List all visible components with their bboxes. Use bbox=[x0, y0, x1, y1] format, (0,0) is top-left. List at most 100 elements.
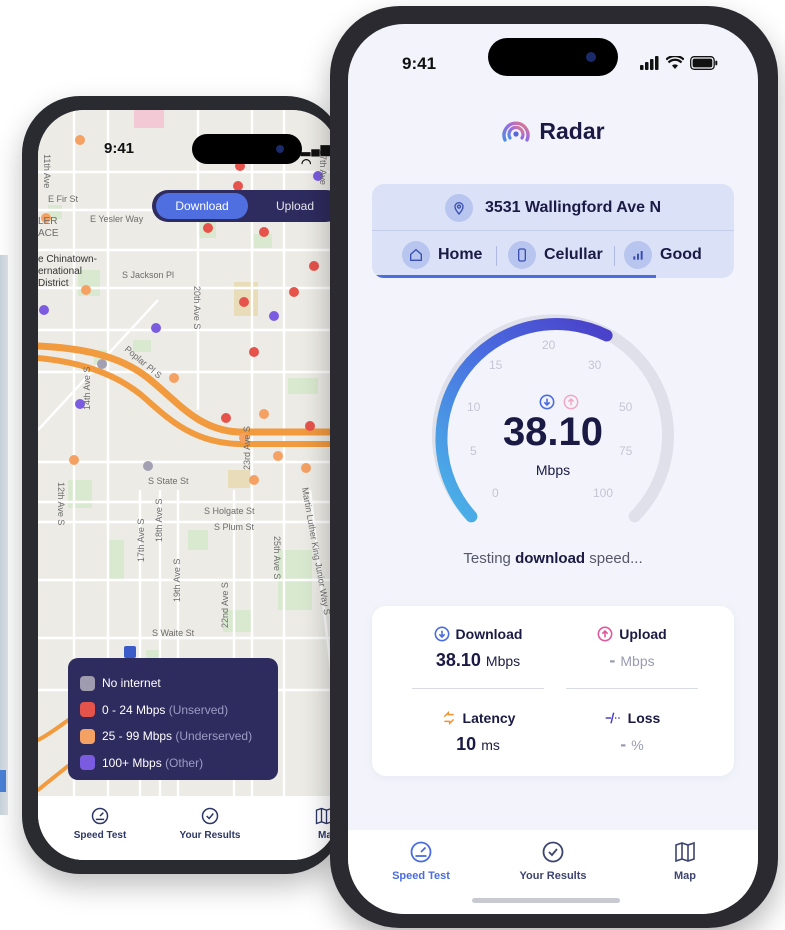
street-s-holgate: S Holgate St bbox=[204, 506, 255, 516]
stat-unit: Mbps bbox=[620, 653, 655, 669]
chip-label: Celullar bbox=[544, 246, 603, 263]
speed-value: 38.10 bbox=[502, 410, 604, 454]
chip-signal[interactable]: Good bbox=[624, 240, 702, 270]
street-e-yesler: E Yesler Way bbox=[90, 214, 144, 224]
street-19th-ave: 19th Ave S bbox=[172, 559, 182, 602]
gauge-tick: 30 bbox=[588, 358, 602, 372]
stat-unit: % bbox=[631, 737, 644, 753]
legend-item-other: 100+ Mbps (Other) bbox=[80, 750, 266, 777]
street-20th-ave: 20th Ave S bbox=[192, 286, 202, 329]
map-phone: 11th Ave E Fir St E Yesler Way 27th Ave … bbox=[22, 96, 344, 874]
status-icons bbox=[640, 54, 718, 72]
upload-toggle-button[interactable]: Upload bbox=[252, 193, 338, 219]
status-time: 9:41 bbox=[104, 140, 135, 157]
results-card: Download 38.10 Mbps Upload - Mbps Latenc… bbox=[372, 606, 734, 776]
legend-swatch bbox=[80, 755, 95, 771]
tab-your-results[interactable]: Your Results bbox=[160, 806, 260, 841]
signal-icon bbox=[640, 56, 659, 70]
stat-value: - bbox=[620, 734, 627, 754]
stat-value: - bbox=[609, 650, 616, 670]
map-legend: No internet 0 - 24 Mbps (Unserved) 25 - … bbox=[68, 658, 278, 780]
download-toggle-button[interactable]: Download bbox=[156, 193, 248, 219]
legend-note: (Unserved) bbox=[168, 702, 229, 717]
district-ler: LER bbox=[38, 216, 57, 227]
map-screen: 11th Ave E Fir St E Yesler Way 27th Ave … bbox=[38, 110, 338, 860]
tab-map[interactable]: Map bbox=[274, 806, 338, 841]
street-s-plum: S Plum St bbox=[214, 522, 255, 532]
legend-label: 0 - 24 Mbps bbox=[102, 702, 166, 717]
dynamic-island bbox=[488, 38, 618, 76]
app-brand: Radar bbox=[348, 116, 758, 146]
stat-unit: ms bbox=[481, 737, 500, 753]
map-icon bbox=[675, 841, 695, 863]
check-circle-icon bbox=[201, 807, 219, 825]
street-e-fir: E Fir St bbox=[48, 194, 79, 204]
signal-bars-icon bbox=[624, 241, 652, 269]
radar-logo-icon bbox=[502, 121, 531, 142]
street-22nd-ave: 22nd Ave S bbox=[220, 582, 230, 628]
stat-download: Download 38.10 Mbps bbox=[408, 626, 548, 671]
upload-arrow-icon bbox=[563, 394, 579, 410]
download-icon bbox=[434, 626, 450, 642]
stat-label: Loss bbox=[627, 710, 661, 726]
gauge-icon bbox=[410, 841, 432, 863]
speed-test-phone: 9:41 Radar 3531 Wallingford Ave N Home C… bbox=[330, 6, 778, 928]
stat-loss: Loss - % bbox=[562, 710, 702, 755]
status-time: 9:41 bbox=[402, 54, 437, 73]
connection-chips: Home Celullar Good bbox=[372, 240, 734, 270]
third-phone-marker bbox=[0, 770, 6, 792]
phone-icon bbox=[508, 241, 536, 269]
tab-your-results[interactable]: Your Results bbox=[488, 840, 618, 882]
divider bbox=[496, 246, 497, 266]
divider bbox=[566, 688, 698, 689]
legend-note: (Other) bbox=[165, 755, 204, 770]
stat-unit: Mbps bbox=[485, 653, 521, 669]
legend-swatch bbox=[80, 675, 95, 691]
tab-label: Your Results bbox=[519, 870, 587, 882]
back-tab-bar: Speed Test Your Results Map bbox=[38, 796, 338, 860]
testing-text: Testing bbox=[463, 550, 516, 567]
loss-icon bbox=[605, 712, 620, 724]
speed-unit: Mbps bbox=[535, 462, 571, 478]
district-chinatown: e Chinatown- bbox=[38, 254, 97, 265]
legend-label: 100+ Mbps bbox=[102, 755, 162, 770]
street-25th-ave: 25th Ave S bbox=[272, 536, 282, 579]
tab-speed-test[interactable]: Speed Test bbox=[356, 840, 486, 882]
chip-home[interactable]: Home bbox=[402, 240, 482, 270]
legend-note: (Underserved) bbox=[175, 729, 253, 744]
district-ace: ACE bbox=[38, 228, 59, 239]
check-circle-icon bbox=[542, 841, 564, 863]
tab-label: Map bbox=[674, 870, 696, 882]
legend-item-no-internet: No internet bbox=[80, 670, 266, 697]
gauge-icon bbox=[91, 807, 109, 825]
stat-latency: Latency 10 ms bbox=[408, 710, 548, 755]
stat-value: 10 bbox=[456, 734, 477, 754]
gauge-tick: 0 bbox=[492, 486, 499, 500]
address-text: 3531 Wallingford Ave N bbox=[484, 199, 662, 216]
location-pin-icon bbox=[444, 194, 473, 222]
street-14th-ave: 14th Ave S bbox=[82, 367, 92, 410]
home-indicator bbox=[472, 898, 620, 903]
download-arrow-icon bbox=[539, 394, 555, 410]
tab-speed-test[interactable]: Speed Test bbox=[50, 806, 150, 841]
wifi-icon bbox=[666, 56, 684, 69]
stat-value: 38.10 bbox=[435, 650, 481, 670]
speed-gauge: 0 5 10 15 20 30 50 75 100 38.10 Mbps bbox=[403, 304, 703, 544]
home-icon bbox=[402, 241, 430, 269]
chip-cellular[interactable]: Celullar bbox=[508, 240, 603, 270]
dynamic-island bbox=[192, 134, 302, 164]
card-progress-underline bbox=[372, 275, 656, 278]
speed-test-screen: 9:41 Radar 3531 Wallingford Ave N Home C… bbox=[348, 24, 758, 914]
stat-label: Upload bbox=[619, 626, 667, 642]
stat-label: Download bbox=[455, 626, 523, 642]
legend-swatch bbox=[80, 702, 95, 718]
tab-map[interactable]: Map bbox=[620, 840, 750, 882]
divider bbox=[412, 688, 544, 689]
direction-indicators bbox=[539, 394, 579, 410]
battery-icon bbox=[690, 56, 718, 70]
legend-label: 25 - 99 Mbps bbox=[102, 729, 173, 744]
third-phone-edge bbox=[0, 255, 8, 815]
tab-label: Your Results bbox=[179, 830, 241, 841]
location-card[interactable]: 3531 Wallingford Ave N Home Celullar Goo… bbox=[372, 184, 734, 278]
district-international: ernational bbox=[38, 266, 82, 277]
